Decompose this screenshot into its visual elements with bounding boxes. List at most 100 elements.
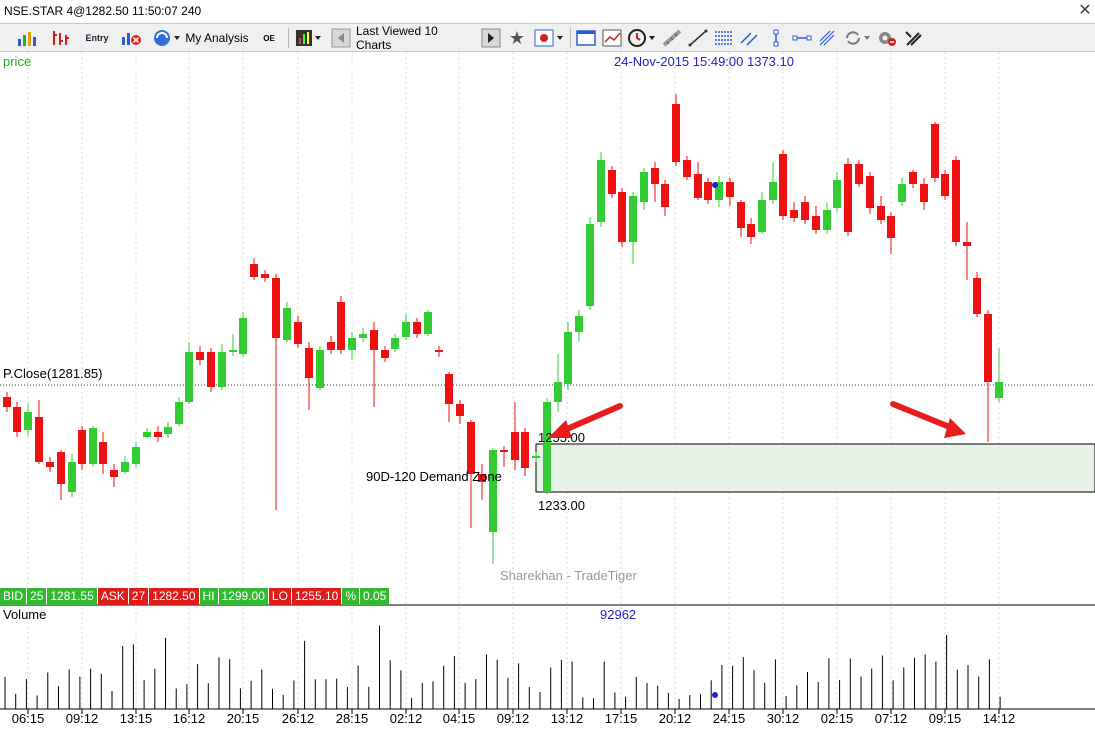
chart-hlc-icon[interactable]: [48, 27, 74, 49]
forward-arrow-icon[interactable]: [480, 27, 502, 49]
template-icon[interactable]: [532, 27, 566, 49]
candle-body: [575, 316, 583, 332]
close-icon[interactable]: ✕: [1077, 3, 1093, 19]
entry-icon[interactable]: Entry: [84, 27, 110, 49]
zone-bottom-label: 1233.00: [538, 498, 585, 513]
candle-body: [68, 462, 76, 492]
oe-icon[interactable]: OE: [258, 27, 280, 49]
last-viewed-charts-button[interactable]: Last Viewed 10 Charts: [356, 24, 474, 52]
candle-body: [57, 452, 65, 484]
time-label: 07:12: [875, 711, 908, 725]
candle-body: [316, 350, 324, 388]
toolbar-separator: [570, 28, 571, 48]
candle-body: [110, 470, 118, 477]
new-window-icon[interactable]: [574, 27, 598, 49]
candle-body: [672, 104, 680, 162]
candle-body: [337, 302, 345, 350]
my-analysis-button[interactable]: My Analysis: [184, 27, 250, 49]
candle-body: [445, 374, 453, 404]
candle-body: [402, 322, 410, 337]
candle-body: [143, 432, 151, 437]
candle-body: [931, 124, 939, 178]
alarm-icon[interactable]: [626, 27, 660, 49]
candle-body: [564, 332, 572, 384]
candle-body: [812, 216, 820, 230]
draw-line-icon[interactable]: [686, 27, 710, 49]
candle-body: [661, 184, 669, 207]
candle-body: [737, 202, 745, 228]
vertical-line-icon[interactable]: [764, 27, 788, 49]
candle-body: [597, 160, 605, 222]
trendline-chart-icon[interactable]: [600, 27, 624, 49]
candle-body: [866, 176, 874, 208]
candle-body: [909, 172, 917, 184]
candle-body: [164, 427, 172, 434]
watermark: Sharekhan - TradeTiger: [500, 568, 637, 583]
candle-body: [629, 196, 637, 242]
candle-body: [823, 210, 831, 230]
volume-label: Volume: [3, 607, 46, 622]
time-label: 06:15: [12, 711, 45, 725]
lo-value: 1255.10: [291, 588, 342, 605]
chart-bars-icon[interactable]: [14, 27, 40, 49]
candle-body: [801, 202, 809, 220]
candle-body: [769, 182, 777, 200]
time-label: 13:15: [120, 711, 153, 725]
star-icon[interactable]: ★: [506, 27, 528, 49]
candle-body: [294, 322, 302, 344]
cycle-icon[interactable]: [842, 27, 872, 49]
candle-body: [554, 382, 562, 402]
candle-body: [920, 184, 928, 202]
candle-body: [726, 182, 734, 197]
delete-chart-icon[interactable]: [118, 27, 144, 49]
candle-body: [250, 264, 258, 277]
chart-area[interactable]: 06:15 09:12 13:15 16:12 20:15 26:12 28:15 02:12…: [0, 52, 1095, 726]
candle-body: [941, 174, 949, 196]
candle-body: [185, 352, 193, 402]
candle-body: [747, 224, 755, 237]
candle-body: [239, 318, 247, 354]
settings-icon[interactable]: [874, 27, 900, 49]
back-arrow-icon[interactable]: [330, 27, 352, 49]
candle-body: [467, 422, 475, 474]
candle-body: [887, 216, 895, 238]
horizontal-line-icon[interactable]: [790, 27, 814, 49]
candle-body: [456, 404, 464, 416]
volume-marker-dot: [712, 692, 718, 698]
candle-body: [229, 350, 237, 352]
price-label: price: [3, 54, 31, 69]
candle-body: [305, 348, 313, 378]
tools-icon[interactable]: [902, 27, 928, 49]
candle-body: [952, 160, 960, 242]
candle-body: [261, 274, 269, 278]
candle-body: [175, 402, 183, 424]
window-titlebar: NSE.STAR 4@1282.50 11:50:07 240 ✕: [0, 0, 1095, 24]
fib-icon[interactable]: [712, 27, 736, 49]
color-bars-icon[interactable]: [294, 27, 324, 49]
ask-price: 1282.50: [149, 588, 199, 605]
candle-body: [359, 334, 367, 338]
candle-body: [500, 450, 508, 452]
candle-body: [370, 330, 378, 350]
lo-label: LO: [268, 588, 291, 605]
analysis-globe-icon[interactable]: [150, 27, 184, 49]
ruler-icon[interactable]: [660, 27, 684, 49]
candle-body: [704, 182, 712, 200]
candle-body: [855, 164, 863, 184]
candle-body: [833, 180, 841, 208]
pct-label: %: [342, 588, 359, 605]
time-label: 13:12: [551, 711, 584, 725]
candle-body: [413, 322, 421, 334]
time-label: 09:12: [497, 711, 530, 725]
candle-body: [877, 206, 885, 220]
candle-body: [196, 352, 204, 360]
candle-body: [218, 352, 226, 387]
candle-body: [99, 442, 107, 464]
candle-body: [121, 462, 129, 472]
channel-icon[interactable]: [738, 27, 762, 49]
price-chart[interactable]: 06:15 09:12 13:15 16:12 20:15 26:12 28:15 02:12…: [0, 52, 1095, 726]
candle-body: [608, 170, 616, 194]
candle-body: [779, 154, 787, 216]
pitchfork-icon[interactable]: [816, 27, 840, 49]
candle-body: [984, 314, 992, 382]
